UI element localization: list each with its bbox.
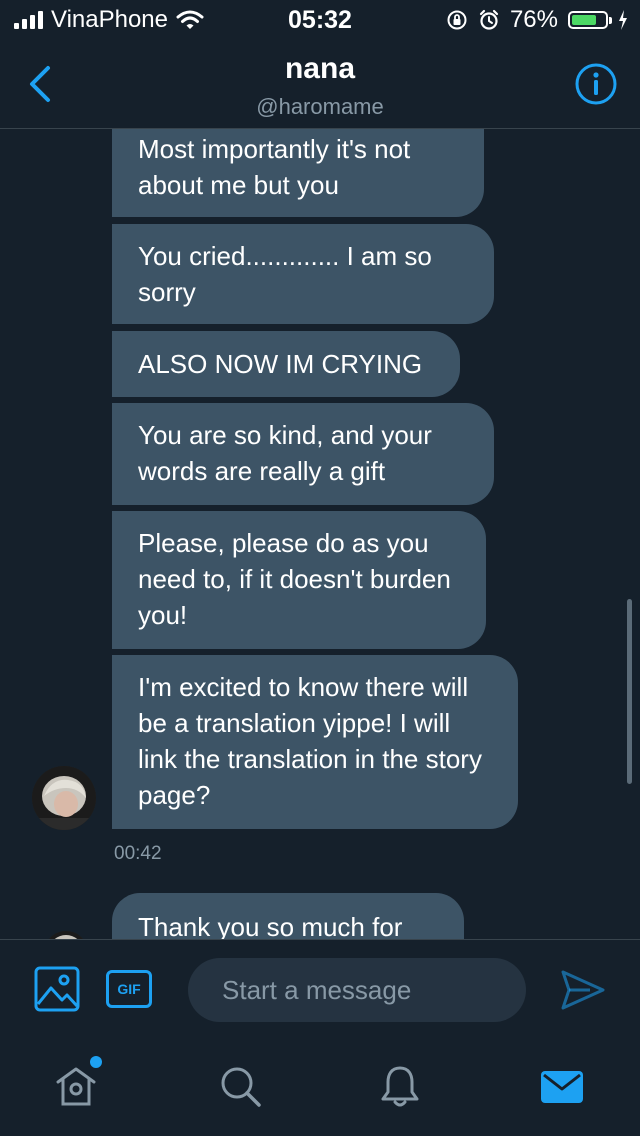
bell-icon[interactable]: [376, 1062, 424, 1110]
message-bubble[interactable]: You cried............. I am so sorry: [112, 224, 494, 324]
tab-bar: [0, 1040, 640, 1136]
message-bubble[interactable]: Thank you so much for: [112, 893, 464, 939]
message-input-placeholder: Start a message: [222, 975, 412, 1005]
mail-icon[interactable]: [538, 1062, 586, 1110]
avatar[interactable]: [32, 766, 96, 830]
message-bubble[interactable]: Most importantly it's not about me but y…: [112, 129, 484, 217]
message-input[interactable]: Start a message: [188, 958, 526, 1022]
message-text: You are so kind, and your words are real…: [138, 420, 432, 486]
message-list[interactable]: Most importantly it's not about me but y…: [0, 129, 640, 939]
gif-label: GIF: [117, 981, 141, 997]
rotation-lock-icon: [447, 10, 467, 30]
battery-icon: [568, 11, 612, 29]
info-icon[interactable]: [574, 62, 618, 106]
avatar[interactable]: [44, 931, 88, 939]
message-bubble[interactable]: I'm excited to know there will be a tran…: [112, 655, 518, 829]
scrollbar[interactable]: [627, 599, 632, 784]
avatar-image: [44, 931, 88, 939]
gif-button[interactable]: GIF: [106, 970, 152, 1008]
message-text: Most importantly it's not about me but y…: [138, 134, 411, 200]
message-text: You cried............. I am so sorry: [138, 241, 432, 307]
image-icon[interactable]: [34, 966, 80, 1012]
message-text: Please, please do as you need to, if it …: [138, 528, 451, 630]
alarm-icon: [479, 9, 499, 30]
status-bar: VinaPhone 05:32 76%: [0, 0, 640, 40]
send-icon[interactable]: [560, 968, 606, 1012]
home-icon[interactable]: [52, 1062, 100, 1110]
charging-icon: [619, 10, 627, 30]
message-bubble[interactable]: Please, please do as you need to, if it …: [112, 511, 486, 649]
message-timestamp: 00:42: [114, 843, 162, 864]
message-bubble[interactable]: You are so kind, and your words are real…: [112, 403, 494, 505]
message-text: Thank you so much for: [138, 912, 403, 939]
conversation-header: nana @haromame: [0, 40, 640, 129]
message-text: ALSO NOW IM CRYING: [138, 349, 423, 379]
notification-dot: [90, 1056, 102, 1068]
avatar-image: [32, 766, 96, 830]
message-composer: GIF Start a message: [0, 939, 640, 1040]
message-text: I'm excited to know there will be a tran…: [138, 672, 482, 810]
battery-percent: 76%: [509, 6, 558, 33]
message-bubble[interactable]: ALSO NOW IM CRYING: [112, 331, 460, 397]
conversation-title: nana: [284, 52, 356, 85]
conversation-handle: @haromame: [256, 94, 384, 119]
search-icon[interactable]: [216, 1062, 264, 1110]
